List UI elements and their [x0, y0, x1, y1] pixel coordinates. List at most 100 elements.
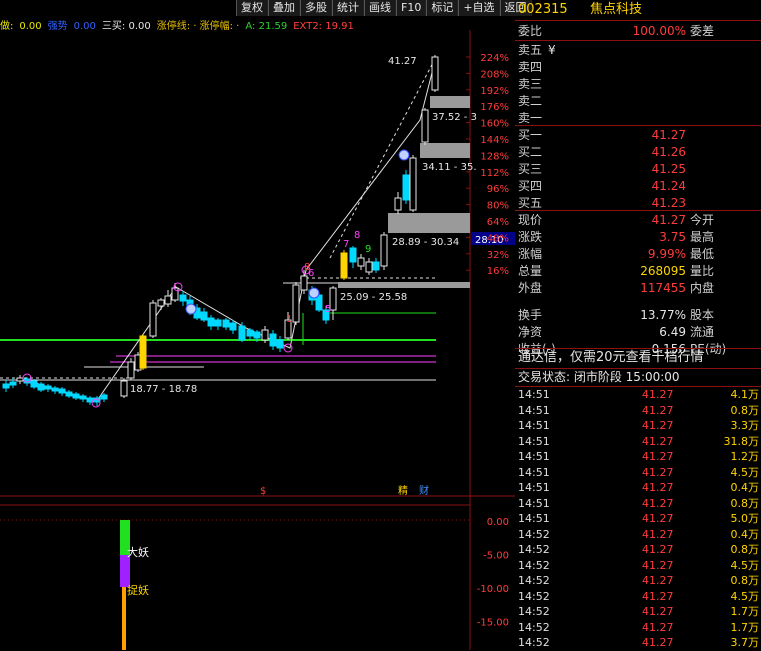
candle-body [222, 319, 230, 328]
sell-row: 卖四 [518, 59, 761, 75]
tick-volume: 0.8万 [730, 543, 760, 556]
price-axis-label: 144% [480, 135, 509, 146]
candle-body [214, 319, 222, 327]
tick-price: 41.27 [642, 636, 674, 649]
price-axis-label: 192% [480, 86, 509, 97]
candle-body [100, 394, 108, 400]
tick-row: 14:52 41.27 0.4万 [518, 527, 761, 543]
candle-body [372, 261, 380, 271]
tick-row: 14:52 41.27 3.7万 [518, 635, 761, 651]
kline-chart[interactable]: 41.27 37.52 - 3 34.11 - 35. 28.89 - 30.3… [0, 0, 515, 650]
count-7: 7 [343, 239, 349, 250]
sell-row: 卖五 ¥ [518, 42, 761, 58]
tick-row: 14:51 41.27 4.5万 [518, 465, 761, 481]
candle-body [402, 174, 410, 201]
weicha-label: 委差 [690, 24, 715, 38]
stat-value: 117455 [640, 281, 686, 295]
candle-body [380, 234, 388, 267]
weibi-row: 委比 100.00% 委差 [518, 23, 761, 39]
tick-row: 14:51 41.27 1.2万 [518, 449, 761, 465]
sell-label: 卖五 [518, 43, 543, 57]
tick-volume: 1.7万 [730, 605, 760, 618]
tick-row: 14:51 41.27 4.1万 [518, 387, 761, 403]
tick-volume: 5.0万 [730, 512, 760, 525]
promo-banner[interactable]: 通达信，仅需20元查看千档行情 [518, 350, 761, 366]
peak-price-label: 41.27 [388, 56, 417, 67]
tick-time: 14:51 [518, 512, 550, 525]
stat-label: 净资 [518, 325, 543, 339]
candle-body [157, 299, 165, 307]
candle-body [127, 361, 135, 379]
tick-volume: 1.2万 [730, 450, 760, 463]
tick-time: 14:52 [518, 636, 550, 649]
count-1: 1 [286, 314, 292, 325]
sell-label: 卖三 [518, 77, 543, 91]
price-axis-label: 64% [487, 217, 509, 228]
currency-symbol: ¥ [548, 43, 556, 57]
weibi-label: 委比 [518, 24, 543, 38]
tick-price: 41.27 [642, 403, 674, 417]
tick-time: 14:52 [518, 543, 550, 556]
indicator-axis-label: -5.00 [483, 551, 509, 562]
stat-label-2: 内盘 [690, 281, 715, 295]
candle-body [58, 388, 66, 394]
candle-body [421, 109, 429, 143]
stat-value: 268095 [640, 264, 686, 278]
tick-row: 14:52 41.27 4.5万 [518, 589, 761, 605]
tick-time: 14:52 [518, 589, 550, 603]
buy-label: 买三 [518, 162, 543, 176]
tick-row: 14:51 41.27 5.0万 [518, 511, 761, 527]
tick-row: 14:52 41.27 4.5万 [518, 558, 761, 574]
candle-body [229, 322, 237, 331]
candle-body [292, 284, 300, 323]
signal-dayao: 大妖 [127, 545, 149, 559]
signal-icon-2 [308, 287, 320, 299]
count-9: 9 [365, 244, 371, 255]
candle-body [276, 339, 284, 349]
price-axis-label: 224% [480, 53, 509, 64]
sell-label: 卖一 [518, 111, 543, 125]
tick-row: 14:52 41.27 0.8万 [518, 542, 761, 558]
stat-label-2: 量比 [690, 264, 715, 278]
tick-row: 14:52 41.27 1.7万 [518, 604, 761, 620]
signal-icon-1 [185, 303, 197, 315]
candle-body [139, 335, 147, 369]
buy-label: 买五 [518, 196, 543, 210]
box3-label: 28.89 - 30.34 [392, 237, 459, 248]
stat-label: 外盘 [518, 281, 543, 295]
candle-body [365, 261, 373, 273]
price-axis-label: 160% [480, 119, 509, 130]
tick-row: 14:51 41.27 0.8万 [518, 496, 761, 512]
buy-row: 买四 41.24 [518, 178, 761, 194]
stat-label-2: 最低 [690, 247, 715, 261]
sell-row: 卖二 [518, 93, 761, 109]
candle-body [2, 383, 10, 389]
tick-price: 41.27 [642, 496, 674, 510]
sell-row: 卖一 [518, 110, 761, 126]
price-axis-label: 32% [487, 250, 509, 261]
tick-price: 41.27 [642, 605, 674, 618]
candle-body [30, 380, 38, 388]
resistance-box-3 [388, 213, 470, 233]
tick-time: 14:51 [518, 450, 550, 463]
trend-line [19, 56, 437, 403]
buy-row: 买三 41.25 [518, 161, 761, 177]
tick-volume: 4.5万 [730, 465, 760, 479]
stat-row: 总量 268095 量比 [518, 263, 761, 279]
candle-body [200, 311, 208, 321]
stat-row: 净资 6.49 流通 [518, 324, 761, 340]
candlesticks [2, 55, 439, 406]
candle-body [44, 385, 52, 390]
candle-body [120, 380, 128, 397]
price-axis-label: 208% [480, 69, 509, 80]
indicator-axis-labels: 0.00 -5.00 -10.00 -15.00 [477, 517, 509, 629]
tick-row: 14:51 41.27 3.3万 [518, 418, 761, 434]
tick-volume: 31.8万 [723, 434, 760, 448]
tick-volume: 4.5万 [730, 558, 760, 572]
tick-price: 41.27 [642, 481, 674, 494]
stock-code: 002315 [518, 2, 568, 17]
tick-price: 41.27 [642, 558, 674, 572]
candle-body [340, 252, 348, 279]
stat-value: 6.49 [659, 325, 686, 339]
buy-price: 41.25 [651, 162, 686, 176]
